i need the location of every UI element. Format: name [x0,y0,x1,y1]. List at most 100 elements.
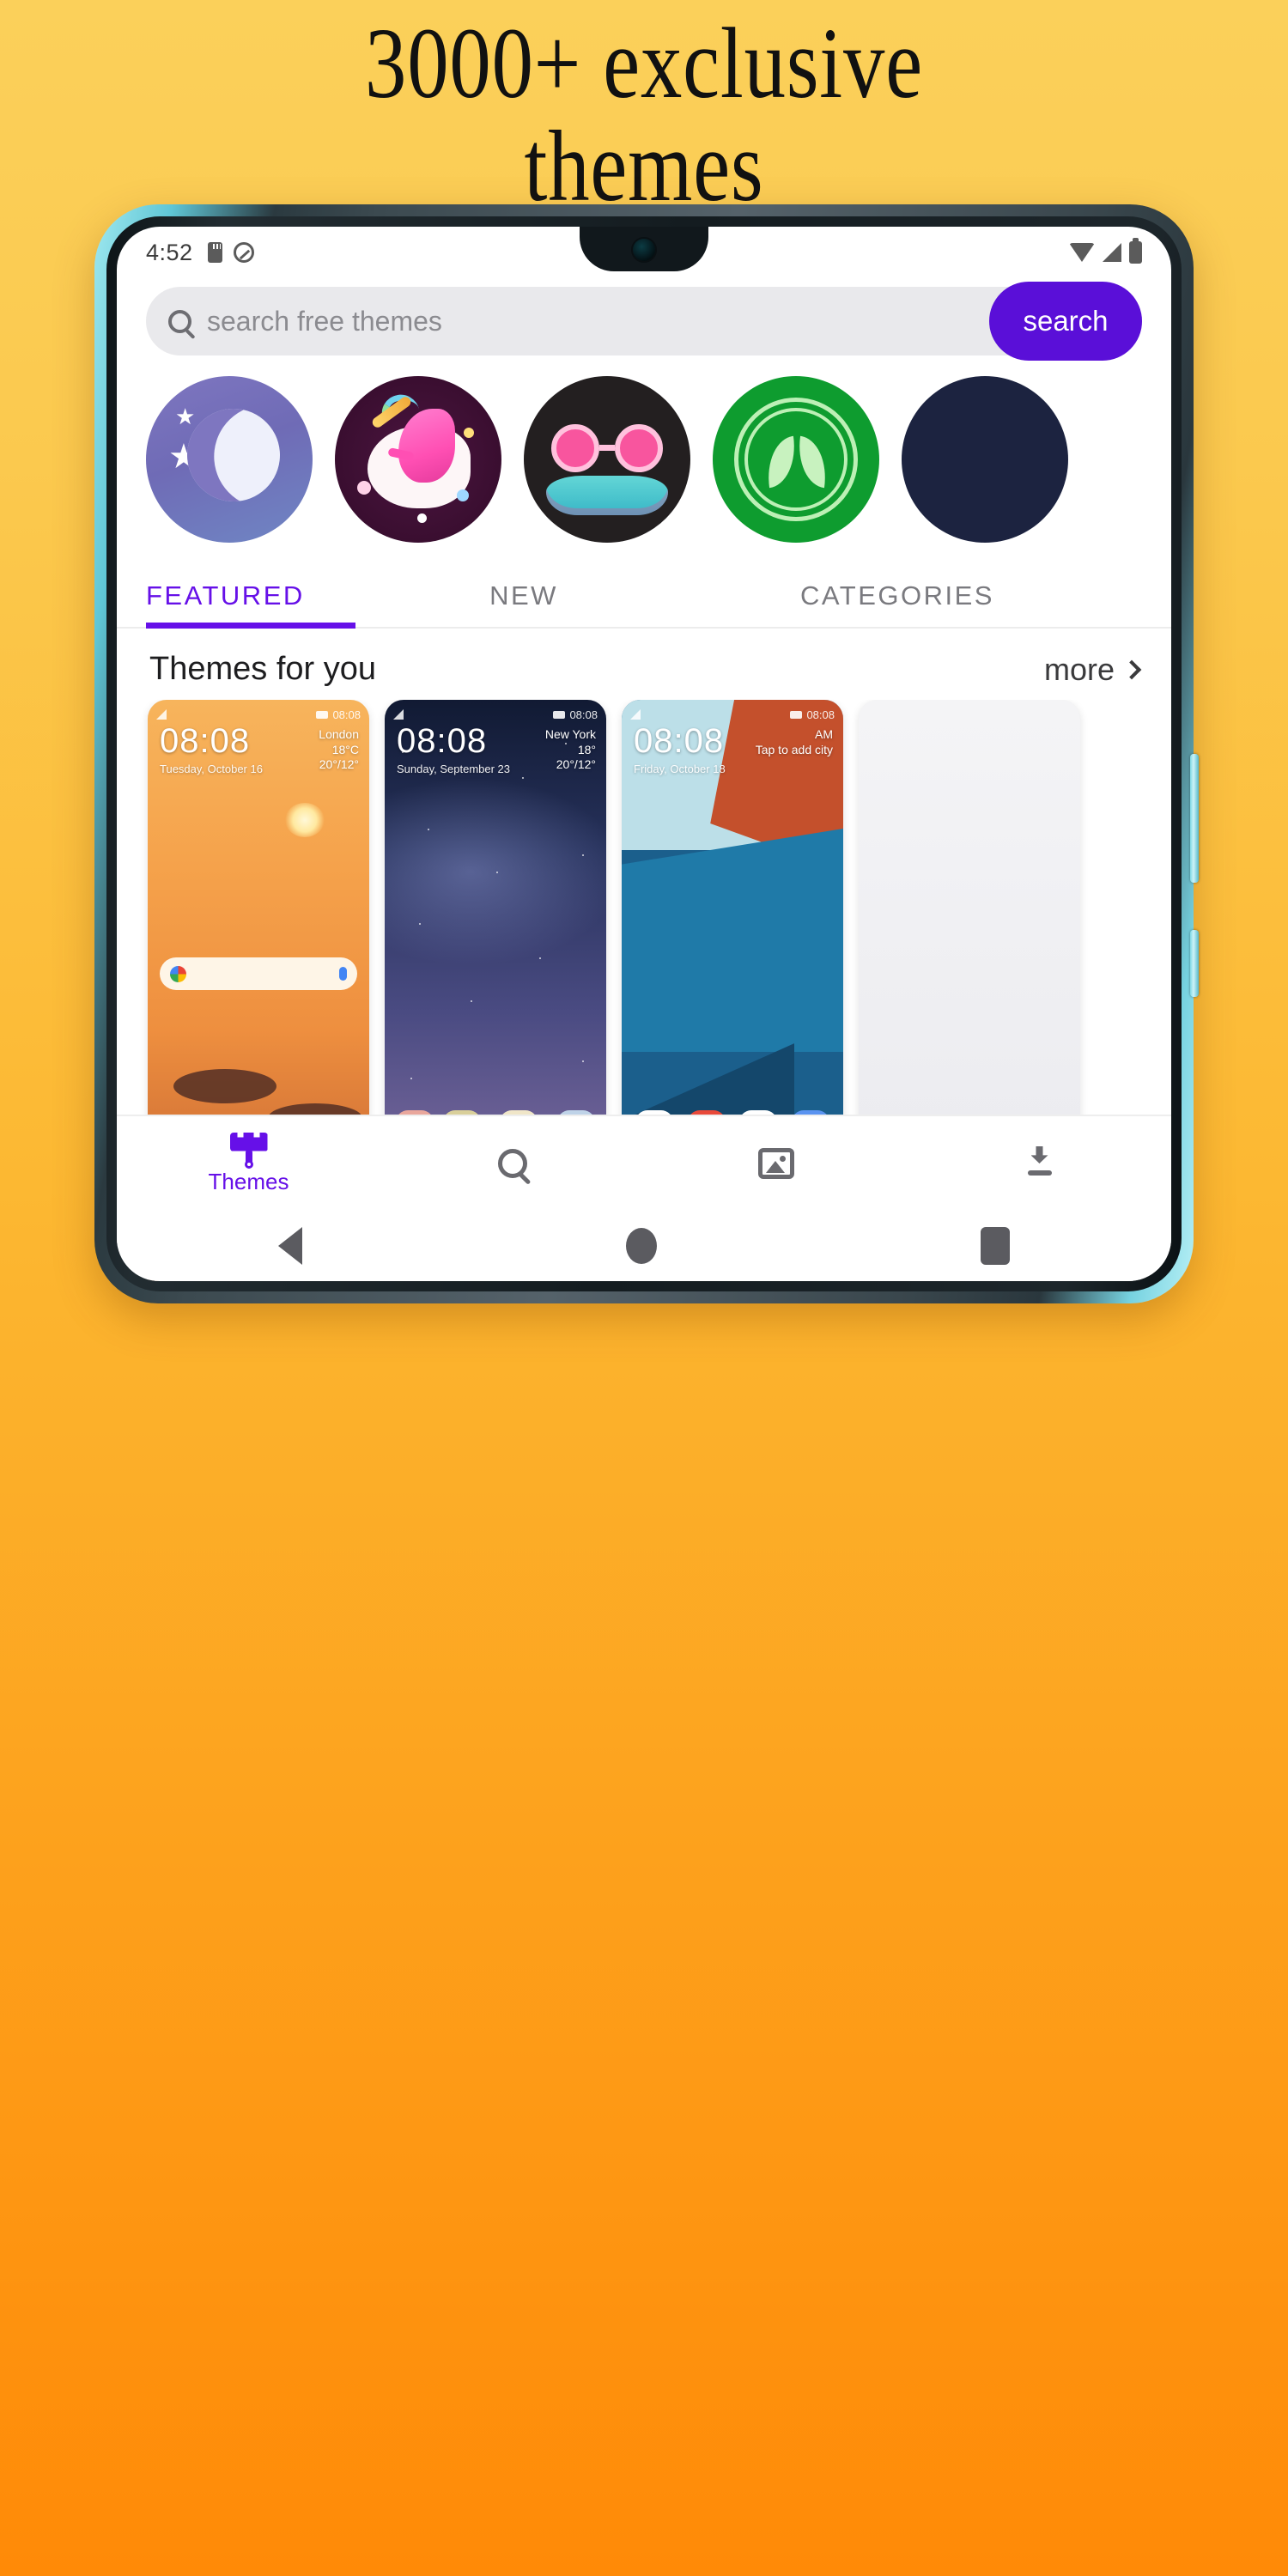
thumb-status-time: 08:08 [569,708,598,721]
sun-icon [285,803,325,837]
microphone-icon [339,967,347,981]
wifi-icon [1069,243,1095,262]
phone-mockup: 4:52 search ★ ★ [94,204,1199,1303]
thumb-clock-date: Friday, October 18 [634,762,726,775]
thumb-status-bar: 08:08 [630,707,835,722]
glasses-mustache-category-icon[interactable] [524,376,690,543]
category-carousel[interactable]: ★ ★ [117,355,1171,543]
status-right-icons [1069,238,1142,264]
google-logo-icon [170,965,186,982]
tab-categories[interactable]: CATEGORIES [653,562,1142,627]
wallpaper-icon [757,1148,794,1179]
thumb-temp-range: 20°/12° [319,757,359,771]
search-icon [497,1149,527,1178]
bottom-nav-themes[interactable]: Themes [117,1132,380,1195]
thumb-clock-time: 08:08 [634,722,725,760]
thumb-status-time: 08:08 [332,708,361,721]
dark-category-icon[interactable] [902,376,1068,543]
do-not-disturb-icon [233,242,254,263]
thumb-city: Tap to add city [755,742,833,756]
sparkle-dot-icon [464,428,474,438]
tab-new[interactable]: NEW [395,562,653,627]
search-bar[interactable]: search [146,282,1142,361]
section-header-themes-for-you: Themes for you more [117,629,1171,700]
thumb-ampm: AM [815,727,833,741]
download-line [1027,1170,1052,1176]
sd-card-icon [207,242,222,263]
phone-screen: 4:52 search ★ ★ [117,227,1171,1281]
section-more-button[interactable]: more [1043,651,1142,688]
search-icon [168,309,191,333]
brush-icon [229,1132,268,1169]
volume-button[interactable] [1190,754,1199,883]
moon-stars-category-icon[interactable]: ★ ★ [146,376,313,543]
back-icon[interactable] [278,1227,303,1265]
android-navigation-bar [117,1211,1171,1281]
battery-icon [553,710,566,719]
small-star-icon: ★ [175,404,196,429]
thumb-clock-time: 08:08 [397,722,488,760]
recents-icon[interactable] [980,1227,1010,1265]
tab-featured[interactable]: FEATURED [146,562,395,629]
sparkle-dot-icon [457,489,469,501]
search-row: search [117,278,1171,361]
thumb-temp: 18°C [331,742,359,756]
thumb-weather: New York 18° 20°/12° [545,727,596,773]
thumb-clock-date: Sunday, September 23 [397,762,511,775]
unicorn-category-icon[interactable] [335,376,501,543]
thumb-status-right: 08:08 [316,708,361,721]
battery-icon [1129,238,1142,264]
bottom-nav-wallpapers[interactable] [644,1148,908,1179]
tab-bar: FEATURED NEW CATEGORIES [117,562,1171,629]
power-button[interactable] [1190,930,1199,997]
thumb-clock-time: 08:08 [160,722,251,760]
bottom-nav-search[interactable] [380,1149,644,1178]
signal-icon [630,709,641,720]
unicorn-mane-icon [398,409,455,483]
thumb-temp: 18° [577,742,596,756]
google-search-widget[interactable] [160,957,357,990]
section-title: Themes for you [149,651,376,687]
signal-icon [393,709,404,720]
bottom-nav-label: Themes [208,1168,289,1194]
more-label: more [1043,651,1115,687]
mustache-icon [546,476,668,515]
thumb-temp-range: 20°/12° [556,757,596,771]
thumb-clock: 08:08 Sunday, September 23 [397,724,510,775]
brush-knob [244,1159,253,1169]
headline-line-2: themes [524,110,764,223]
thumb-clock: 08:08 Friday, October 18 [634,724,726,775]
wallpaper-shape [622,829,843,1052]
thumb-status-bar: 08:08 [156,707,361,722]
download-arrow [1030,1146,1048,1163]
glasses-right-lens-icon [615,424,663,472]
status-time: 4:52 [146,239,193,265]
leaf-nature-category-icon[interactable] [713,376,879,543]
thumb-city: London [319,727,359,741]
thumb-status-right: 08:08 [790,708,835,721]
signal-icon [156,709,167,720]
thumb-weather: London 18°C 20°/12° [319,727,359,773]
glasses-bridge-icon [599,445,615,451]
sparkle-dot-icon [417,513,427,523]
chevron-right-icon [1121,659,1142,679]
inner-ring-icon [744,408,848,511]
download-icon [1023,1146,1057,1181]
bottom-navigation: Themes [117,1115,1171,1211]
battery-icon [316,710,329,719]
thumb-city: New York [544,727,596,741]
thumb-status-time: 08:08 [806,708,835,721]
home-icon[interactable] [625,1228,657,1264]
headline-line-1: 3000+ exclusive [364,7,923,119]
battery-icon [790,710,803,719]
search-button[interactable]: search [989,282,1142,361]
page-title: 3000+ exclusive themes [116,11,1172,223]
thumb-status-right: 08:08 [553,708,598,721]
bottom-nav-downloads[interactable] [908,1146,1171,1181]
thumb-clock: 08:08 Tuesday, October 16 [160,724,263,775]
status-bar: 4:52 [117,227,1171,278]
signal-icon [1103,243,1121,262]
status-left-icons [207,242,254,263]
brush-head [229,1132,268,1151]
glasses-left-lens-icon [551,424,599,472]
